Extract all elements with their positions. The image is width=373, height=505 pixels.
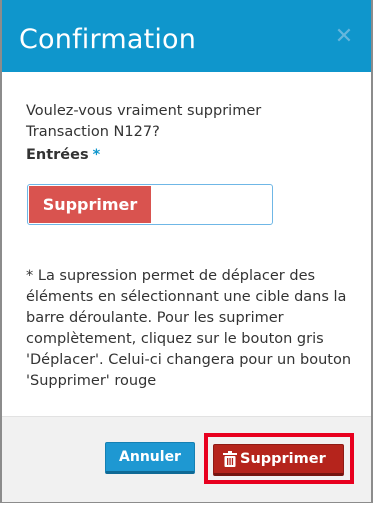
entries-action-toggle[interactable]: Supprimer <box>27 184 273 225</box>
required-marker: * <box>92 147 101 163</box>
question-line-2: Transaction N127? <box>26 124 160 140</box>
trash-icon <box>223 451 237 467</box>
help-note: * La supression permet de déplacer des é… <box>26 268 352 389</box>
delete-button-label: Supprimer <box>240 451 326 467</box>
delete-button[interactable]: Supprimer <box>213 444 344 476</box>
confirmation-message: Voulez-vous vraiment supprimer Transacti… <box>26 101 346 143</box>
dialog-title: Confirmation <box>19 24 197 55</box>
confirmation-dialog: Confirmation ✕ Voulez-vous vraiment supp… <box>0 0 373 503</box>
close-icon[interactable]: ✕ <box>333 26 355 48</box>
entries-label: Entrées * <box>26 145 100 165</box>
dialog-header: Confirmation ✕ <box>2 0 371 72</box>
cancel-button[interactable]: Annuler <box>105 442 195 474</box>
entries-label-text: Entrées <box>26 147 89 163</box>
toggle-option-supprimer[interactable]: Supprimer <box>29 186 151 223</box>
question-line-1: Voulez-vous vraiment supprimer <box>26 103 262 119</box>
